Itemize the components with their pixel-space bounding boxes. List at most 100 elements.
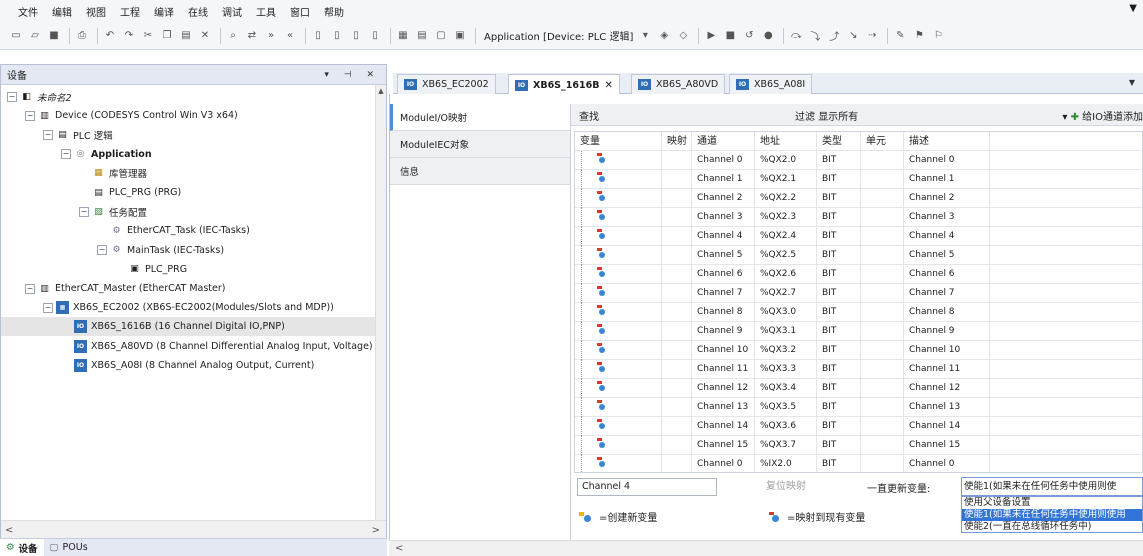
table-row[interactable]: Channel 12 %QX3.4 BIT Channel 12 [575, 379, 1142, 398]
step-out-icon[interactable]: ⤴ [826, 28, 842, 44]
find-next-icon[interactable]: » [263, 28, 279, 44]
paste-icon[interactable]: ▤ [178, 28, 194, 44]
save-icon[interactable]: ■ [46, 28, 62, 44]
collapse-toggle-icon[interactable]: − [7, 91, 17, 102]
undo-icon[interactable]: ↶ [102, 28, 118, 44]
mapping-cell[interactable] [662, 360, 692, 379]
menu-item[interactable]: 调试 [222, 4, 242, 19]
selected-channel-field[interactable]: Channel 4 [577, 478, 717, 496]
editor-horizontal-scrollbar[interactable]: < [389, 540, 1143, 556]
mapping-cell[interactable] [662, 303, 692, 322]
mapping-cell[interactable] [662, 170, 692, 189]
object-add-icon[interactable]: ▤ [414, 28, 430, 44]
variable-cell[interactable] [575, 246, 662, 265]
menu-item[interactable]: 文件 [18, 4, 38, 19]
collapse-toggle-icon[interactable]: − [61, 149, 71, 160]
collapse-toggle-icon[interactable]: − [43, 129, 53, 140]
combo-dropdown-icon[interactable]: ▾ [637, 28, 653, 44]
find-prev-icon[interactable]: « [282, 28, 298, 44]
menu-corner-icon[interactable]: ▼ [1129, 3, 1137, 14]
table-row[interactable]: Channel 0 %IX2.0 BIT Channel 0 [575, 455, 1142, 472]
mapping-cell[interactable] [662, 265, 692, 284]
table-row[interactable]: Channel 5 %QX2.5 BIT Channel 5 [575, 246, 1142, 265]
side-tab[interactable]: ModuleI/O映射 [390, 104, 570, 131]
bottom-tab-devices[interactable]: ⚙ 设备 [0, 538, 44, 556]
mapping-cell[interactable] [662, 246, 692, 265]
login-icon[interactable]: ◈ [656, 28, 672, 44]
variable-cell[interactable] [575, 227, 662, 246]
column-header[interactable]: 单元 [861, 132, 904, 151]
tree-node[interactable]: ▣ PLC_PRG [1, 260, 187, 279]
always-update-select[interactable]: 使能1(如果未在任何任务中使用则使 [961, 477, 1143, 496]
update-option[interactable]: 使用父设备设置 [962, 497, 1142, 509]
variable-cell[interactable] [575, 189, 662, 208]
table-row[interactable]: Channel 15 %QX3.7 BIT Channel 15 [575, 436, 1142, 455]
variable-cell[interactable] [575, 303, 662, 322]
collapse-toggle-icon[interactable]: − [25, 283, 35, 294]
stop-icon[interactable]: ■ [722, 28, 738, 44]
scroll-right-icon[interactable]: > [372, 525, 380, 536]
step-into-icon[interactable]: ⤵ [807, 28, 823, 44]
tree-node[interactable]: IO XB6S_A08I (8 Channel Analog Output, Cu… [1, 356, 314, 375]
bookmark-next-icon[interactable]: ▯ [329, 28, 345, 44]
tree-node[interactable]: − ⚙ MainTask (IEC-Tasks) [1, 241, 224, 260]
table-row[interactable]: Channel 6 %QX2.6 BIT Channel 6 [575, 265, 1142, 284]
variable-cell[interactable] [575, 455, 662, 472]
find-icon[interactable]: ⌕ [225, 28, 241, 44]
menu-item[interactable]: 工程 [120, 4, 140, 19]
replace-icon[interactable]: ⇄ [244, 28, 260, 44]
bottom-tab-pous[interactable]: ▢ POUs [44, 539, 94, 556]
variable-cell[interactable] [575, 284, 662, 303]
table-row[interactable]: Channel 11 %QX3.3 BIT Channel 11 [575, 360, 1142, 379]
table-row[interactable]: Channel 2 %QX2.2 BIT Channel 2 [575, 189, 1142, 208]
folder-add-icon[interactable]: ▢ [433, 28, 449, 44]
menu-item[interactable]: 工具 [256, 4, 276, 19]
table-row[interactable]: Channel 9 %QX3.1 BIT Channel 9 [575, 322, 1142, 341]
add-fb-io-channel-button[interactable]: ▾ ✚ 给IO通道添加 [1062, 108, 1143, 123]
collapse-toggle-icon[interactable]: − [43, 302, 53, 313]
table-row[interactable]: Channel 13 %QX3.5 BIT Channel 13 [575, 398, 1142, 417]
column-header[interactable]: 通道 [692, 132, 755, 151]
tree-node[interactable]: ⚙ EtherCAT_Task (IEC-Tasks) [1, 221, 249, 240]
reset-icon[interactable]: ↺ [741, 28, 757, 44]
cut-icon[interactable]: ✂ [140, 28, 156, 44]
tree-node[interactable]: ▦ 库管理器 [1, 164, 147, 183]
tree-node[interactable]: IO XB6S_A80VD (8 Channel Differential Ana… [1, 337, 373, 356]
mapping-cell[interactable] [662, 151, 692, 170]
table-row[interactable]: Channel 1 %QX2.1 BIT Channel 1 [575, 170, 1142, 189]
table-row[interactable]: Channel 4 %QX2.4 BIT Channel 4 [575, 227, 1142, 246]
tree-node[interactable]: ▤ PLC_PRG (PRG) [1, 183, 181, 202]
menu-item[interactable]: 视图 [86, 4, 106, 19]
column-header[interactable]: 描述 [904, 132, 990, 151]
mapping-cell[interactable] [662, 417, 692, 436]
menu-item[interactable]: 编译 [154, 4, 174, 19]
side-tab[interactable]: 信息 [390, 158, 570, 185]
copy-icon[interactable]: ❐ [159, 28, 175, 44]
collapse-toggle-icon[interactable]: − [97, 245, 107, 256]
table-row[interactable]: Channel 14 %QX3.6 BIT Channel 14 [575, 417, 1142, 436]
tree-node[interactable]: − ▥ EtherCAT_Master (EtherCAT Master) [1, 279, 225, 298]
write-values-icon[interactable]: ✎ [892, 28, 908, 44]
scroll-left-icon[interactable]: < [5, 525, 13, 536]
tree-node[interactable]: − ◎ Application [1, 145, 152, 164]
menu-item[interactable]: 帮助 [324, 4, 344, 19]
tree-node[interactable]: − ▦ XB6S_EC2002 (XB6S-EC2002(Modules/Slots… [1, 298, 334, 317]
pane-controls-icon[interactable]: ▾ ⊣ ✕ [324, 70, 380, 80]
application-icon[interactable]: ▣ [452, 28, 468, 44]
scroll-up-icon[interactable]: ▲ [376, 87, 386, 95]
find-field[interactable]: 查找 [579, 108, 599, 123]
column-header[interactable]: 地址 [755, 132, 817, 151]
collapse-toggle-icon[interactable]: − [25, 110, 35, 121]
bookmark-prev-icon[interactable]: ▯ [348, 28, 364, 44]
force-values-icon[interactable]: ⚑ [911, 28, 927, 44]
table-row[interactable]: Channel 8 %QX3.0 BIT Channel 8 [575, 303, 1142, 322]
doc-tab-xb6s_a08i[interactable]: IO XB6S_A08I [729, 74, 813, 94]
application-combo[interactable]: Application [Device: PLC 逻辑] [484, 28, 633, 43]
variable-cell[interactable] [575, 379, 662, 398]
tree-node[interactable]: − ▥ Device (CODESYS Control Win V3 x64) [1, 106, 238, 125]
side-tab[interactable]: ModuleIEC对象 [390, 131, 570, 158]
unforce-icon[interactable]: ⚐ [930, 28, 946, 44]
variable-cell[interactable] [575, 398, 662, 417]
mapping-cell[interactable] [662, 341, 692, 360]
mapping-cell[interactable] [662, 227, 692, 246]
